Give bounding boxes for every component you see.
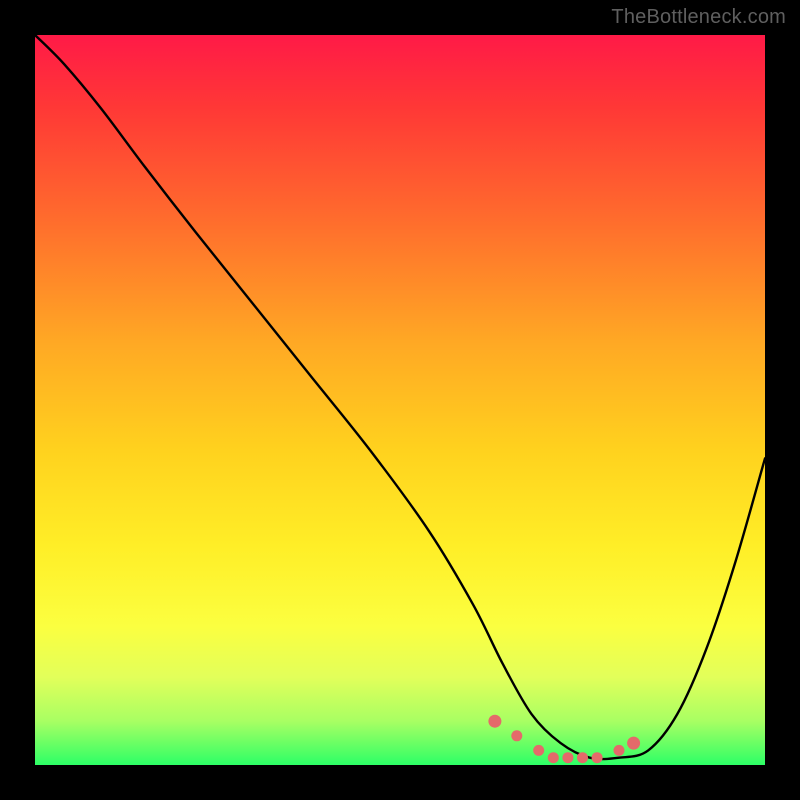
curve-marker xyxy=(592,752,603,763)
curve-marker xyxy=(511,730,522,741)
curve-marker xyxy=(548,752,559,763)
curve-marker xyxy=(533,745,544,756)
marker-group xyxy=(488,715,640,764)
curve-marker xyxy=(577,752,588,763)
bottleneck-curve-path xyxy=(35,35,765,759)
curve-marker xyxy=(488,715,501,728)
chart-frame: TheBottleneck.com xyxy=(0,0,800,800)
curve-marker xyxy=(562,752,573,763)
curve-marker xyxy=(614,745,625,756)
curve-marker xyxy=(627,737,640,750)
curve-svg xyxy=(35,35,765,765)
watermark-text: TheBottleneck.com xyxy=(611,6,786,29)
plot-area xyxy=(35,35,765,765)
